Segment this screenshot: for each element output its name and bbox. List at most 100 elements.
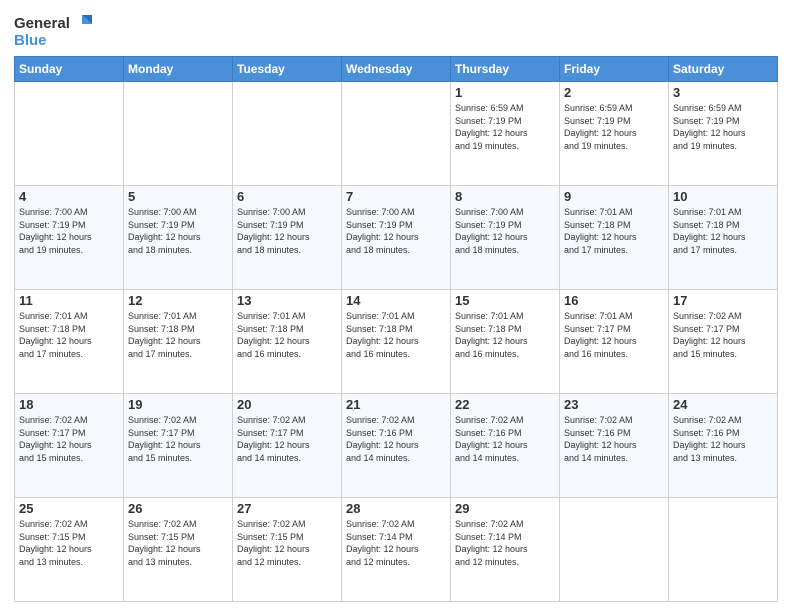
col-header-friday: Friday <box>560 57 669 82</box>
day-cell: 29 Sunrise: 7:02 AMSunset: 7:14 PMDayligh… <box>451 498 560 602</box>
day-number: 19 <box>128 397 228 412</box>
day-number: 12 <box>128 293 228 308</box>
day-cell: 6 Sunrise: 7:00 AMSunset: 7:19 PMDaylight… <box>233 186 342 290</box>
day-number: 15 <box>455 293 555 308</box>
day-info: Sunrise: 6:59 AMSunset: 7:19 PMDaylight:… <box>455 102 555 152</box>
svg-text:Blue: Blue <box>14 32 47 49</box>
day-cell: 21 Sunrise: 7:02 AMSunset: 7:16 PMDayligh… <box>342 394 451 498</box>
day-cell: 16 Sunrise: 7:01 AMSunset: 7:17 PMDayligh… <box>560 290 669 394</box>
day-cell: 13 Sunrise: 7:01 AMSunset: 7:18 PMDayligh… <box>233 290 342 394</box>
col-header-sunday: Sunday <box>15 57 124 82</box>
day-number: 29 <box>455 501 555 516</box>
day-info: Sunrise: 7:01 AMSunset: 7:18 PMDaylight:… <box>237 310 337 360</box>
day-info: Sunrise: 7:01 AMSunset: 7:18 PMDaylight:… <box>673 206 773 256</box>
day-cell: 23 Sunrise: 7:02 AMSunset: 7:16 PMDayligh… <box>560 394 669 498</box>
day-number: 26 <box>128 501 228 516</box>
day-number: 7 <box>346 189 446 204</box>
logo-svg: GeneralBlue <box>14 10 94 50</box>
day-number: 6 <box>237 189 337 204</box>
day-number: 13 <box>237 293 337 308</box>
day-number: 28 <box>346 501 446 516</box>
day-cell <box>233 82 342 186</box>
day-info: Sunrise: 7:01 AMSunset: 7:18 PMDaylight:… <box>128 310 228 360</box>
day-number: 23 <box>564 397 664 412</box>
day-info: Sunrise: 7:02 AMSunset: 7:17 PMDaylight:… <box>128 414 228 464</box>
day-cell: 8 Sunrise: 7:00 AMSunset: 7:19 PMDaylight… <box>451 186 560 290</box>
day-number: 4 <box>19 189 119 204</box>
day-info: Sunrise: 7:01 AMSunset: 7:18 PMDaylight:… <box>19 310 119 360</box>
day-cell: 7 Sunrise: 7:00 AMSunset: 7:19 PMDaylight… <box>342 186 451 290</box>
day-info: Sunrise: 7:02 AMSunset: 7:16 PMDaylight:… <box>564 414 664 464</box>
day-info: Sunrise: 7:00 AMSunset: 7:19 PMDaylight:… <box>237 206 337 256</box>
day-number: 3 <box>673 85 773 100</box>
day-cell: 17 Sunrise: 7:02 AMSunset: 7:17 PMDayligh… <box>669 290 778 394</box>
day-number: 22 <box>455 397 555 412</box>
day-info: Sunrise: 7:02 AMSunset: 7:17 PMDaylight:… <box>237 414 337 464</box>
day-info: Sunrise: 7:01 AMSunset: 7:17 PMDaylight:… <box>564 310 664 360</box>
day-number: 8 <box>455 189 555 204</box>
day-info: Sunrise: 7:00 AMSunset: 7:19 PMDaylight:… <box>346 206 446 256</box>
week-row-4: 18Sunrise: 7:02 AMSunset: 7:17 PMDayligh… <box>15 394 778 498</box>
day-cell: 22 Sunrise: 7:02 AMSunset: 7:16 PMDayligh… <box>451 394 560 498</box>
day-number: 9 <box>564 189 664 204</box>
day-number: 16 <box>564 293 664 308</box>
day-cell: 15 Sunrise: 7:01 AMSunset: 7:18 PMDayligh… <box>451 290 560 394</box>
day-cell: 3Sunrise: 6:59 AMSunset: 7:19 PMDaylight… <box>669 82 778 186</box>
day-cell: 9 Sunrise: 7:01 AMSunset: 7:18 PMDaylight… <box>560 186 669 290</box>
day-info: Sunrise: 7:02 AMSunset: 7:16 PMDaylight:… <box>455 414 555 464</box>
day-info: Sunrise: 7:02 AMSunset: 7:14 PMDaylight:… <box>346 518 446 568</box>
week-row-5: 25 Sunrise: 7:02 AMSunset: 7:15 PMDayligh… <box>15 498 778 602</box>
day-cell: 25 Sunrise: 7:02 AMSunset: 7:15 PMDayligh… <box>15 498 124 602</box>
week-row-3: 11 Sunrise: 7:01 AMSunset: 7:18 PMDayligh… <box>15 290 778 394</box>
day-number: 10 <box>673 189 773 204</box>
calendar-table: SundayMondayTuesdayWednesdayThursdayFrid… <box>14 56 778 602</box>
day-info: Sunrise: 7:01 AMSunset: 7:18 PMDaylight:… <box>564 206 664 256</box>
day-info: Sunrise: 7:00 AMSunset: 7:19 PMDaylight:… <box>455 206 555 256</box>
day-cell: 2Sunrise: 6:59 AMSunset: 7:19 PMDaylight… <box>560 82 669 186</box>
day-cell: 12 Sunrise: 7:01 AMSunset: 7:18 PMDayligh… <box>124 290 233 394</box>
day-info: Sunrise: 7:02 AMSunset: 7:16 PMDaylight:… <box>673 414 773 464</box>
day-cell <box>669 498 778 602</box>
day-info: Sunrise: 6:59 AMSunset: 7:19 PMDaylight:… <box>564 102 664 152</box>
day-number: 17 <box>673 293 773 308</box>
day-info: Sunrise: 7:02 AMSunset: 7:17 PMDaylight:… <box>673 310 773 360</box>
day-cell: 27Sunrise: 7:02 AMSunset: 7:15 PMDayligh… <box>233 498 342 602</box>
day-info: Sunrise: 7:02 AMSunset: 7:15 PMDaylight:… <box>19 518 119 568</box>
day-cell: 11 Sunrise: 7:01 AMSunset: 7:18 PMDayligh… <box>15 290 124 394</box>
day-number: 5 <box>128 189 228 204</box>
day-cell: 20 Sunrise: 7:02 AMSunset: 7:17 PMDayligh… <box>233 394 342 498</box>
day-number: 14 <box>346 293 446 308</box>
calendar: SundayMondayTuesdayWednesdayThursdayFrid… <box>14 56 778 602</box>
week-row-1: 1Sunrise: 6:59 AMSunset: 7:19 PMDaylight… <box>15 82 778 186</box>
day-number: 11 <box>19 293 119 308</box>
col-header-thursday: Thursday <box>451 57 560 82</box>
day-cell <box>342 82 451 186</box>
day-info: Sunrise: 7:00 AMSunset: 7:19 PMDaylight:… <box>128 206 228 256</box>
day-info: Sunrise: 7:01 AMSunset: 7:18 PMDaylight:… <box>455 310 555 360</box>
day-number: 25 <box>19 501 119 516</box>
day-info: Sunrise: 7:02 AMSunset: 7:15 PMDaylight:… <box>237 518 337 568</box>
day-info: Sunrise: 7:02 AMSunset: 7:16 PMDaylight:… <box>346 414 446 464</box>
col-header-saturday: Saturday <box>669 57 778 82</box>
day-cell <box>124 82 233 186</box>
col-header-wednesday: Wednesday <box>342 57 451 82</box>
col-header-monday: Monday <box>124 57 233 82</box>
day-cell: 4 Sunrise: 7:00 AMSunset: 7:19 PMDaylight… <box>15 186 124 290</box>
day-cell: 18Sunrise: 7:02 AMSunset: 7:17 PMDayligh… <box>15 394 124 498</box>
page-header: GeneralBlue <box>14 10 778 50</box>
day-info: Sunrise: 7:02 AMSunset: 7:15 PMDaylight:… <box>128 518 228 568</box>
day-cell: 19 Sunrise: 7:02 AMSunset: 7:17 PMDayligh… <box>124 394 233 498</box>
day-cell <box>560 498 669 602</box>
day-number: 20 <box>237 397 337 412</box>
day-info: Sunrise: 7:00 AMSunset: 7:19 PMDaylight:… <box>19 206 119 256</box>
day-cell: 5 Sunrise: 7:00 AMSunset: 7:19 PMDaylight… <box>124 186 233 290</box>
day-number: 21 <box>346 397 446 412</box>
day-cell: 28 Sunrise: 7:02 AMSunset: 7:14 PMDayligh… <box>342 498 451 602</box>
day-info: Sunrise: 7:02 AMSunset: 7:14 PMDaylight:… <box>455 518 555 568</box>
svg-text:General: General <box>14 15 70 32</box>
day-cell: 1Sunrise: 6:59 AMSunset: 7:19 PMDaylight… <box>451 82 560 186</box>
day-info: Sunrise: 7:01 AMSunset: 7:18 PMDaylight:… <box>346 310 446 360</box>
day-info: Sunrise: 7:02 AMSunset: 7:17 PMDaylight:… <box>19 414 119 464</box>
day-cell: 10 Sunrise: 7:01 AMSunset: 7:18 PMDayligh… <box>669 186 778 290</box>
day-cell: 24Sunrise: 7:02 AMSunset: 7:16 PMDayligh… <box>669 394 778 498</box>
